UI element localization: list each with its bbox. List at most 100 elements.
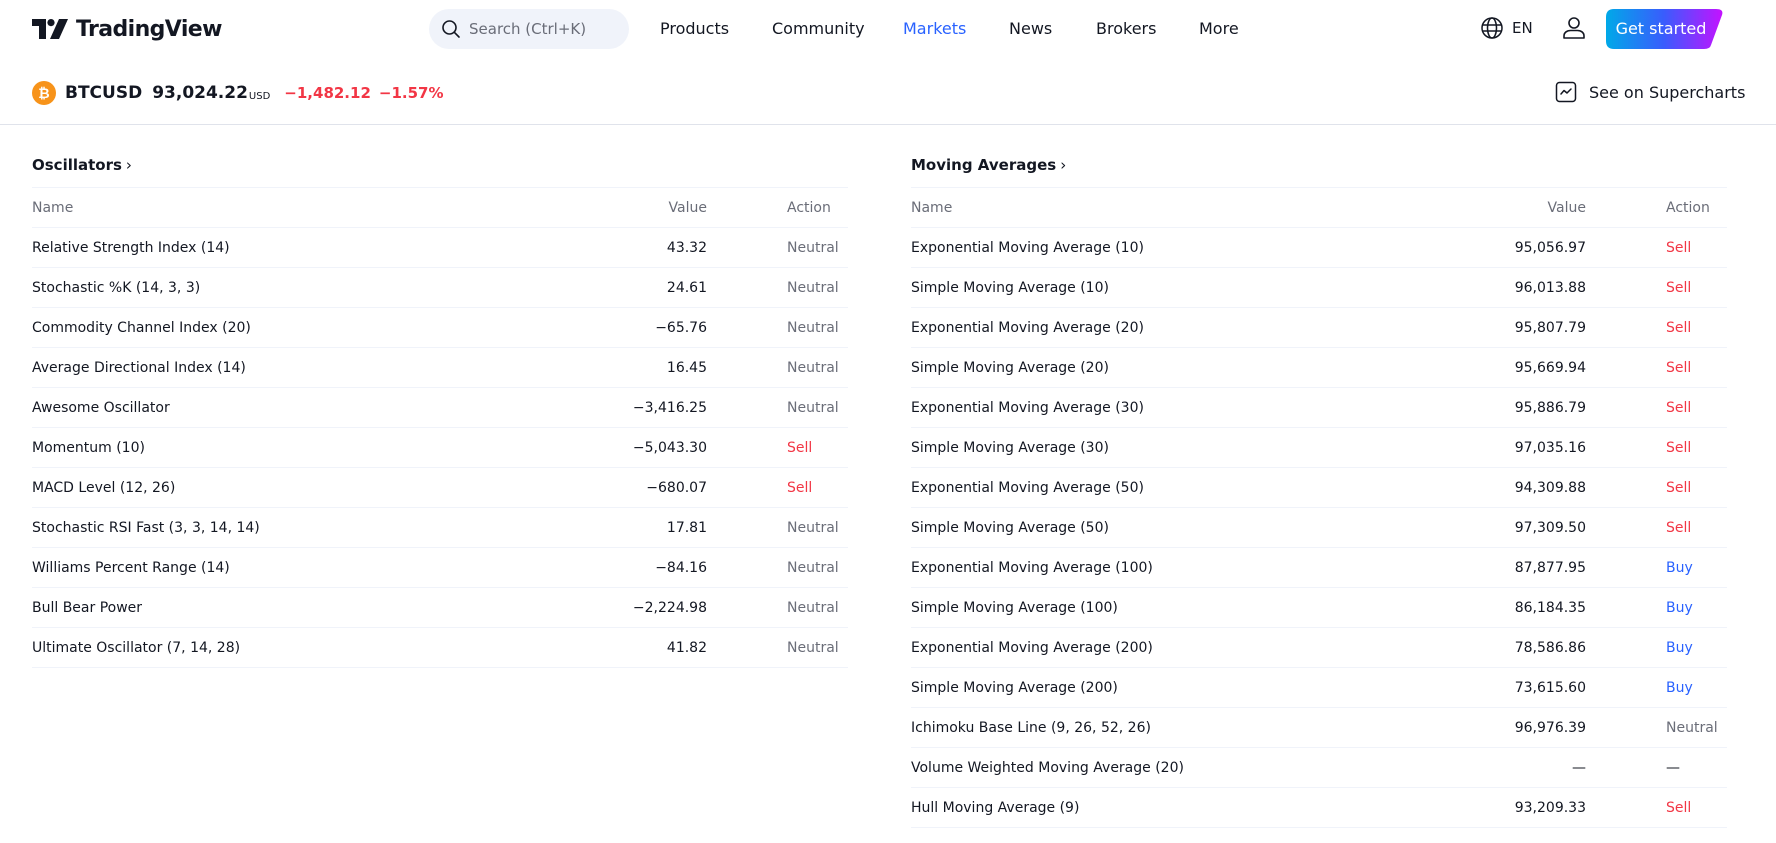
indicator-action: Sell <box>787 480 813 496</box>
indicator-name: Simple Moving Average (10) <box>911 280 1109 296</box>
language-selector[interactable]: EN <box>1480 16 1533 40</box>
indicator-value: −84.16 <box>655 560 707 576</box>
table-row: Williams Percent Range (14) −84.16 Neutral <box>32 548 848 588</box>
table-row: Exponential Moving Average (100) 87,877.9… <box>911 548 1727 588</box>
indicator-action: Neutral <box>787 640 839 656</box>
indicator-name: Ultimate Oscillator (7, 14, 28) <box>32 640 241 656</box>
indicator-action: Buy <box>1666 680 1693 696</box>
indicator-name: Simple Moving Average (100) <box>911 600 1118 616</box>
indicator-value: 78,586.86 <box>1514 640 1586 656</box>
indicator-action: Sell <box>1666 320 1692 336</box>
get-started-button[interactable]: Get started <box>1606 9 1724 49</box>
user-menu-button[interactable] <box>1561 15 1587 45</box>
indicator-name: Exponential Moving Average (20) <box>911 320 1144 336</box>
indicator-value: 95,886.79 <box>1514 400 1586 416</box>
symbol-header: ₿ BTCUSD 93,024.22 USD −1,482.12 −1.57% <box>32 80 444 106</box>
indicator-value: 96,976.39 <box>1514 720 1586 736</box>
column-header-name: Name <box>32 200 74 216</box>
table-row: Simple Moving Average (200) 73,615.60 Buy <box>911 668 1727 708</box>
indicator-name: Simple Moving Average (200) <box>911 680 1118 696</box>
nav-news[interactable]: News <box>1009 19 1052 38</box>
indicator-value: 41.82 <box>666 640 707 656</box>
nav-markets[interactable]: Markets <box>903 19 966 38</box>
indicator-action: Neutral <box>787 360 839 376</box>
column-header-action: Action <box>787 200 831 216</box>
tradingview-logo[interactable]: TradingView <box>32 14 222 44</box>
indicator-value: 95,056.97 <box>1514 240 1586 256</box>
indicator-action: Buy <box>1666 560 1693 576</box>
indicator-value: −5,043.30 <box>632 440 707 456</box>
nav-community[interactable]: Community <box>772 19 865 38</box>
table-row: Exponential Moving Average (10) 95,056.97… <box>911 228 1727 268</box>
table-row: Simple Moving Average (30) 97,035.16 Sell <box>911 428 1727 468</box>
column-header-value: Value <box>1547 200 1586 216</box>
indicator-name: Relative Strength Index (14) <box>32 240 230 256</box>
indicator-value: −65.76 <box>655 320 707 336</box>
column-header-name: Name <box>911 200 953 216</box>
indicator-action: Neutral <box>787 560 839 576</box>
table-row: Commodity Channel Index (20) −65.76 Neutra… <box>32 308 848 348</box>
table-row: Ultimate Oscillator (7, 14, 28) 41.82 Neut… <box>32 628 848 668</box>
table-row: Ichimoku Base Line (9, 26, 52, 26) 96,976… <box>911 708 1727 748</box>
indicator-name: Exponential Moving Average (100) <box>911 560 1153 576</box>
indicator-action: Neutral <box>787 280 839 296</box>
table-row: Relative Strength Index (14) 43.32 Neutral <box>32 228 848 268</box>
indicator-value: −680.07 <box>646 480 707 496</box>
nav-more[interactable]: More <box>1199 19 1239 38</box>
moving-averages-title-link[interactable]: Moving Averages › <box>911 150 1727 180</box>
indicator-name: MACD Level (12, 26) <box>32 480 176 496</box>
chart-line-icon <box>1555 81 1577 103</box>
indicator-name: Awesome Oscillator <box>32 400 170 416</box>
nav-products[interactable]: Products <box>660 19 729 38</box>
table-row: Exponential Moving Average (200) 78,586.8… <box>911 628 1727 668</box>
user-icon <box>1563 17 1585 39</box>
search-input[interactable]: Search (Ctrl+K) <box>429 9 629 49</box>
see-on-supercharts-link[interactable]: See on Supercharts <box>1555 81 1745 103</box>
oscillators-title: Oscillators <box>32 156 122 174</box>
logo-text: TradingView <box>76 16 222 42</box>
nav-brokers[interactable]: Brokers <box>1096 19 1156 38</box>
table-row: Simple Moving Average (10) 96,013.88 Sell <box>911 268 1727 308</box>
table-row: MACD Level (12, 26) −680.07 Sell <box>32 468 848 508</box>
indicator-action: Sell <box>1666 280 1692 296</box>
indicator-value: 24.61 <box>666 280 707 296</box>
indicator-action: Sell <box>1666 360 1692 376</box>
chevron-right-icon: › <box>1060 156 1067 174</box>
table-row: Hull Moving Average (9) 93,209.33 Sell <box>911 788 1727 828</box>
indicator-action: Neutral <box>787 400 839 416</box>
indicator-action: Sell <box>787 440 813 456</box>
table-row: Awesome Oscillator −3,416.25 Neutral <box>32 388 848 428</box>
bitcoin-icon: ₿ <box>32 81 56 105</box>
indicator-name: Exponential Moving Average (200) <box>911 640 1153 656</box>
see-on-supercharts-label: See on Supercharts <box>1589 82 1746 102</box>
indicator-value: 87,877.95 <box>1514 560 1586 576</box>
get-started-label: Get started <box>1615 19 1707 38</box>
indicator-name: Simple Moving Average (20) <box>911 360 1109 376</box>
indicator-name: Stochastic %K (14, 3, 3) <box>32 280 201 296</box>
indicator-value: −2,224.98 <box>632 600 707 616</box>
indicator-action: Neutral <box>787 240 839 256</box>
top-navigation: TradingView Search (Ctrl+K) Products Com… <box>0 0 1776 58</box>
indicator-value: — <box>1572 760 1586 776</box>
header-divider <box>0 124 1776 125</box>
table-row: Exponential Moving Average (50) 94,309.88… <box>911 468 1727 508</box>
last-price: 93,024.22 <box>152 83 248 103</box>
oscillators-table: Name Value Action Relative Strength Inde… <box>32 187 848 668</box>
oscillators-title-link[interactable]: Oscillators › <box>32 150 848 180</box>
indicator-value: 95,807.79 <box>1514 320 1586 336</box>
indicator-name: Simple Moving Average (30) <box>911 440 1109 456</box>
indicator-action: Buy <box>1666 600 1693 616</box>
table-row: Simple Moving Average (100) 86,184.35 Buy <box>911 588 1727 628</box>
table-header-row: Name Value Action <box>32 188 848 228</box>
table-row: Simple Moving Average (50) 97,309.50 Sell <box>911 508 1727 548</box>
indicator-value: 43.32 <box>666 240 707 256</box>
indicator-name: Exponential Moving Average (30) <box>911 400 1144 416</box>
moving-averages-table-body: Exponential Moving Average (10) 95,056.97… <box>911 228 1727 828</box>
indicator-action: Neutral <box>1666 720 1718 736</box>
indicator-value: 95,669.94 <box>1514 360 1586 376</box>
indicator-name: Momentum (10) <box>32 440 145 456</box>
table-row: Stochastic %K (14, 3, 3) 24.61 Neutral <box>32 268 848 308</box>
column-header-action: Action <box>1666 200 1710 216</box>
table-row: Volume Weighted Moving Average (20) — — <box>911 748 1727 788</box>
indicator-action: Sell <box>1666 480 1692 496</box>
